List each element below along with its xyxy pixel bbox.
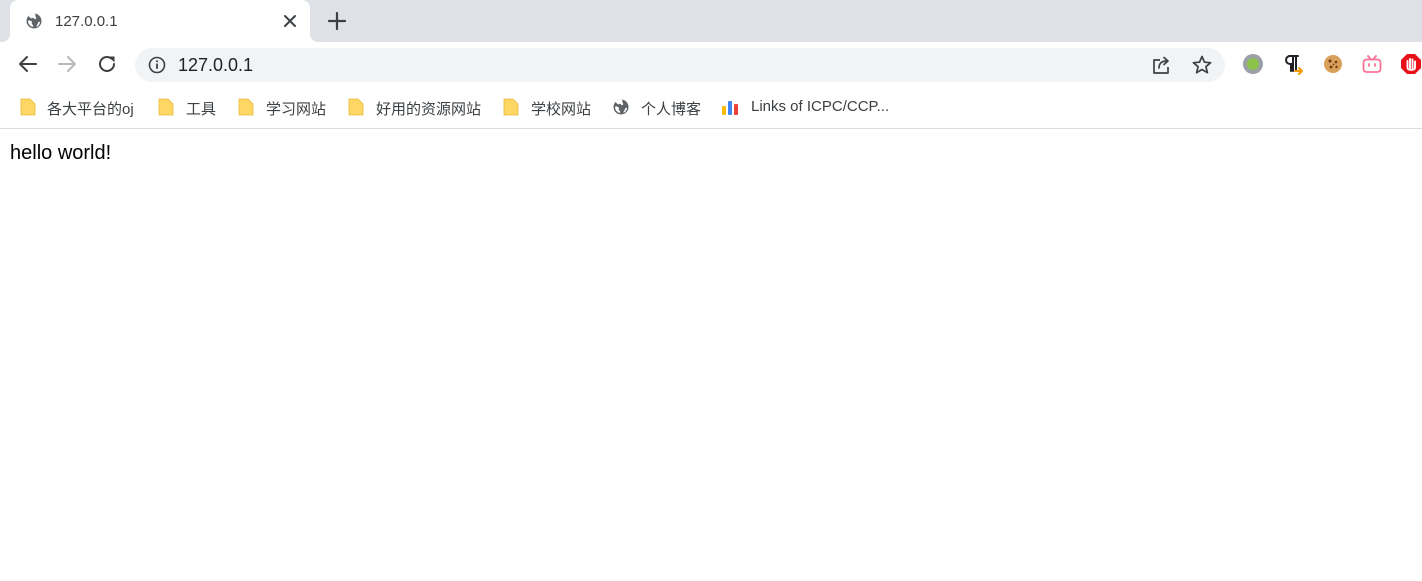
toolbar: 127.0.0.1 [0,42,1422,86]
folder-icon [20,98,36,116]
info-icon[interactable] [148,56,166,74]
page-content: hello world! [0,129,1422,581]
bookmark-label: 好用的资源网站 [376,101,482,118]
bookmarks-bar: 各大平台的oj 工具 学习网站 好用的资源网站 学校网站 个人博客 Links … [0,86,1422,129]
back-arrow-icon[interactable] [17,53,39,75]
reload-icon[interactable] [96,53,118,75]
bookmark-label: Links of ICPC/CCP... [751,98,890,115]
tab-active[interactable]: 127.0.0.1 [2,0,318,42]
bar-chart-icon [722,101,738,115]
forward-arrow-icon[interactable] [56,53,78,75]
bookmark-label: 学习网站 [266,101,327,118]
star-icon[interactable] [1191,54,1213,76]
bookmark-label: 各大平台的oj [47,101,134,118]
adblock-hand-extension-icon[interactable] [1400,53,1422,75]
grey-circle-extension-icon[interactable] [1242,53,1264,75]
globe-icon [613,99,629,115]
tab-corner-right [310,34,318,42]
globe-icon [26,13,42,29]
bookmark-label: 个人博客 [641,101,702,118]
tab-corner-left [2,34,10,42]
address-url[interactable]: 127.0.0.1 [178,55,253,76]
folder-icon [158,98,174,116]
body-text: hello world! [10,142,112,164]
cookie-extension-icon[interactable] [1322,53,1344,75]
plus-icon[interactable] [326,10,348,32]
close-icon[interactable] [280,11,300,31]
folder-icon [238,98,254,116]
tab-strip: 127.0.0.1 [0,0,1422,42]
share-icon[interactable] [1151,55,1173,75]
folder-icon [503,98,519,116]
bilibili-extension-icon[interactable] [1361,53,1383,75]
folder-icon [348,98,364,116]
paragraph-extension-icon[interactable] [1282,53,1304,75]
address-bar[interactable]: 127.0.0.1 [135,48,1225,82]
bookmark-label: 学校网站 [531,101,592,118]
bookmark-label: 工具 [186,101,217,118]
tab-title: 127.0.0.1 [55,13,118,30]
